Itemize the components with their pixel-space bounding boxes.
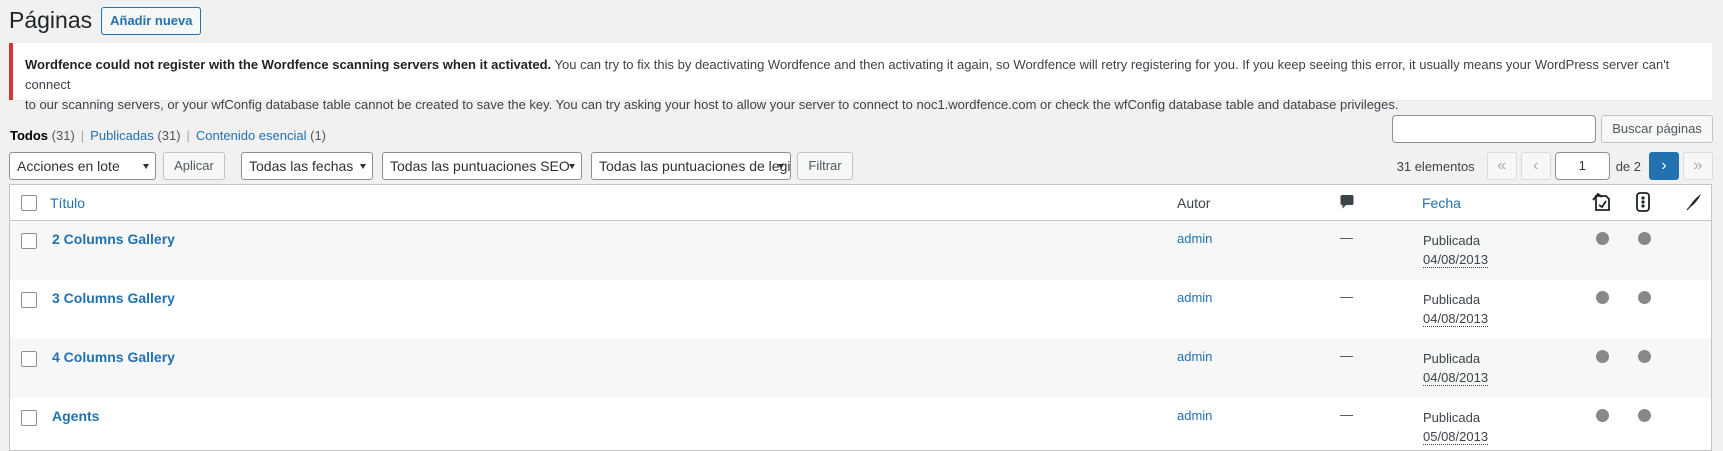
row-status: Publicada	[1423, 410, 1481, 425]
row-title-link[interactable]: 2 Columns Gallery	[52, 231, 175, 247]
search-input[interactable]	[1392, 115, 1596, 143]
last-page-button[interactable]: »	[1683, 152, 1713, 180]
row-date-value: 05/08/2013	[1423, 429, 1489, 445]
add-new-button[interactable]: Añadir nueva	[101, 6, 202, 35]
row-comments: —	[1340, 289, 1353, 304]
row-comments: —	[1340, 348, 1353, 363]
row-date: Publicada 04/08/2013	[1423, 231, 1489, 269]
row-status: Publicada	[1423, 351, 1481, 366]
row-date: Publicada 05/08/2013	[1423, 408, 1489, 446]
prev-page-button[interactable]: ‹	[1520, 152, 1551, 180]
row-title-link[interactable]: 3 Columns Gallery	[52, 290, 175, 306]
status-views: Todos (31) | Publicadas (31) | Contenido ese…	[10, 128, 326, 144]
search-pages-button[interactable]: Buscar páginas	[1601, 115, 1713, 143]
row-checkbox[interactable]	[21, 351, 37, 367]
table-header: Título Autor Fecha	[10, 185, 1711, 221]
total-pages: de 2	[1615, 158, 1641, 174]
readability-filter-select[interactable]: Todas las puntuaciones de legibilidad	[591, 152, 791, 180]
pagination: 31 elementos « ‹ 1 de 2 › »	[1397, 152, 1713, 180]
table-row: 2 Columns Gallery admin — Publicada 04/08…	[10, 221, 1711, 280]
row-checkbox[interactable]	[21, 410, 37, 426]
row-comments: —	[1340, 407, 1353, 422]
internal-links-icon[interactable]	[1685, 192, 1703, 216]
row-author-link[interactable]: admin	[1177, 231, 1212, 246]
table-row: 3 Columns Gallery admin — Publicada 04/08…	[10, 280, 1711, 339]
row-status: Publicada	[1423, 292, 1481, 307]
notice-text-line2: to our scanning servers, or your wfConfi…	[25, 97, 1399, 112]
row-title-link[interactable]: Agents	[52, 408, 99, 424]
readability-score-dot	[1638, 232, 1651, 245]
column-date-sort[interactable]: Fecha	[1422, 194, 1461, 212]
wordfence-error-notice: Wordfence could not register with the Wo…	[9, 43, 1712, 112]
table-row: 4 Columns Gallery admin — Publicada 04/08…	[10, 339, 1711, 398]
filter-button[interactable]: Filtrar	[797, 152, 853, 180]
view-published-count: (31)	[157, 128, 181, 143]
row-date-value: 04/08/2013	[1423, 252, 1489, 268]
row-title-link[interactable]: 4 Columns Gallery	[52, 349, 175, 365]
column-author: Autor	[1177, 195, 1211, 211]
select-all-checkbox[interactable]	[21, 195, 37, 211]
apply-button[interactable]: Aplicar	[163, 152, 225, 180]
comment-bubble-icon[interactable]	[1340, 194, 1354, 214]
first-page-button[interactable]: «	[1486, 152, 1517, 180]
row-checkbox[interactable]	[21, 233, 37, 249]
seo-score-icon[interactable]	[1591, 192, 1613, 216]
notice-bold-text: Wordfence could not register with the Wo…	[25, 57, 552, 72]
readability-icon[interactable]	[1635, 192, 1651, 216]
seo-score-dot	[1596, 291, 1609, 304]
view-published[interactable]: Publicadas	[90, 128, 154, 143]
row-author-link[interactable]: admin	[1177, 349, 1212, 364]
row-date-value: 04/08/2013	[1423, 370, 1489, 386]
page-header: Páginas Añadir nueva	[9, 6, 202, 35]
readability-score-dot	[1638, 350, 1651, 363]
row-author-link[interactable]: admin	[1177, 408, 1212, 423]
page-title: Páginas	[9, 7, 93, 33]
pages-table: Título Autor Fecha 2 Columns Gallery adm…	[9, 184, 1712, 451]
search-box: Buscar páginas	[1392, 115, 1713, 143]
view-all-count: (31)	[51, 128, 75, 143]
row-checkbox[interactable]	[21, 292, 37, 308]
row-date-value: 04/08/2013	[1423, 311, 1489, 327]
row-author-link[interactable]: admin	[1177, 290, 1212, 305]
column-title-sort[interactable]: Título	[50, 194, 85, 212]
row-date: Publicada 04/08/2013	[1423, 290, 1489, 328]
seo-score-dot	[1596, 350, 1609, 363]
seo-score-dot	[1596, 232, 1609, 245]
views-separator: |	[186, 128, 190, 143]
bulk-actions-select[interactable]: Acciones en lote	[9, 152, 156, 180]
table-row: Agents admin — Publicada 05/08/2013	[10, 398, 1711, 450]
readability-score-dot	[1638, 409, 1651, 422]
readability-score-dot	[1638, 291, 1651, 304]
seo-score-dot	[1596, 409, 1609, 422]
view-all[interactable]: Todos	[10, 128, 48, 143]
view-cornerstone-count: (1)	[310, 128, 327, 143]
row-status: Publicada	[1423, 233, 1481, 248]
current-page-input[interactable]: 1	[1554, 152, 1610, 180]
row-comments: —	[1340, 230, 1353, 245]
next-page-button[interactable]: ›	[1649, 152, 1679, 180]
view-cornerstone[interactable]: Contenido esencial	[196, 128, 307, 143]
dates-filter-select[interactable]: Todas las fechas	[241, 152, 373, 180]
row-date: Publicada 04/08/2013	[1423, 349, 1489, 387]
items-count: 31 elementos	[1396, 158, 1475, 174]
views-separator: |	[80, 128, 85, 143]
table-nav-filters: Acciones en lote Aplicar Todas las fecha…	[9, 152, 853, 180]
seo-score-filter-select[interactable]: Todas las puntuaciones SEO	[382, 152, 582, 180]
